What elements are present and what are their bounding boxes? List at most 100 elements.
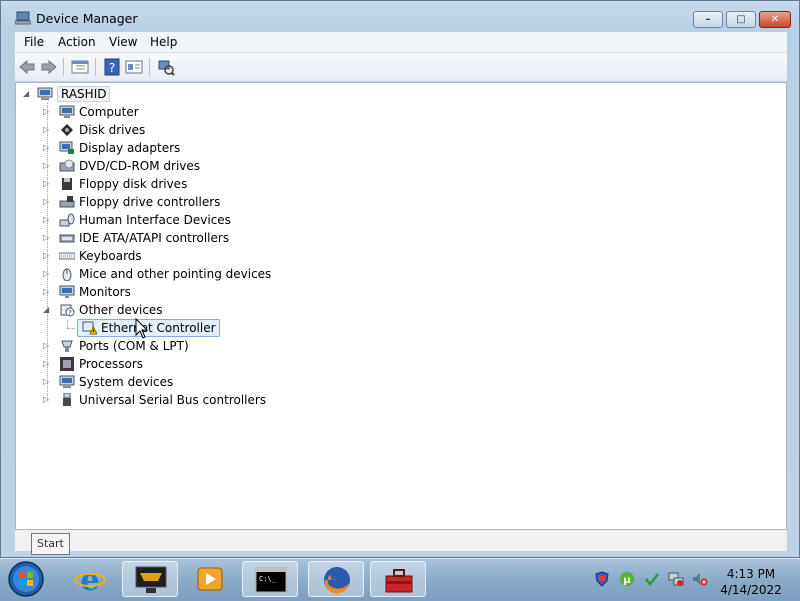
tree-item-system-devices[interactable]: ▷ System devices	[43, 373, 173, 391]
expand-arrow-icon[interactable]: ▷	[43, 342, 51, 350]
menu-view[interactable]: View	[109, 35, 137, 49]
clock-date: 4/14/2022	[720, 583, 782, 597]
svg-text:µ: µ	[623, 575, 631, 586]
tree-item-label: Universal Serial Bus controllers	[79, 393, 267, 407]
tree-item-label: Other devices	[79, 303, 163, 317]
volume-check-icon[interactable]	[644, 571, 660, 587]
media-player-icon	[197, 567, 223, 591]
expand-arrow-icon[interactable]: ▷	[43, 108, 51, 116]
computer-icon	[59, 105, 75, 118]
svg-text:?: ?	[68, 309, 72, 317]
tree-item-label: Processors	[79, 357, 144, 371]
computer-root-icon	[37, 87, 53, 100]
collapse-arrow-icon[interactable]: ◢	[43, 306, 51, 314]
tree-item-label: Disk drives	[79, 123, 146, 137]
taskbar-media-player[interactable]	[182, 561, 238, 597]
tree-item-human-interface-devices[interactable]: ▷ Human Interface Devices	[43, 211, 231, 229]
tree-item-label: Ports (COM & LPT)	[79, 339, 189, 353]
start-orb-icon[interactable]	[6, 560, 46, 598]
device-manager-icon	[15, 11, 31, 25]
scan-hardware-icon[interactable]	[157, 58, 175, 76]
expand-arrow-icon[interactable]: ▷	[43, 162, 51, 170]
tree-item-dvd-drives[interactable]: ▷ DVD/CD-ROM drives	[43, 157, 200, 175]
expand-arrow-icon[interactable]: ▷	[43, 288, 51, 296]
taskbar-command-prompt[interactable]: C:\_	[242, 561, 298, 597]
menu-action[interactable]: Action	[58, 35, 96, 49]
expand-arrow-icon[interactable]: ▷	[43, 180, 51, 188]
tree-item-label: DVD/CD-ROM drives	[79, 159, 201, 173]
taskbar-firefox[interactable]	[308, 561, 364, 597]
taskbar-internet-explorer[interactable]: e	[62, 561, 118, 597]
tree-item-label: Monitors	[79, 285, 131, 299]
expand-arrow-icon[interactable]: ▷	[43, 198, 51, 206]
dvd-drive-icon	[59, 159, 75, 172]
taskbar-toolbox[interactable]	[370, 561, 426, 597]
expand-arrow-icon[interactable]: ▷	[43, 252, 51, 260]
tree-root[interactable]: ◢ RASHID	[23, 85, 111, 103]
tree-item-floppy-disk-drives[interactable]: ▷ Floppy disk drives	[43, 175, 187, 193]
tree-item-usb-controllers[interactable]: ▷ Universal Serial Bus controllers	[43, 391, 266, 409]
collapse-arrow-icon[interactable]: ◢	[23, 90, 31, 98]
status-bar	[15, 530, 787, 551]
warning-device-icon	[82, 321, 97, 335]
expand-arrow-icon[interactable]: ▷	[43, 216, 51, 224]
title-bar[interactable]: Device Manager – □ ✕	[1, 1, 799, 33]
update-driver-icon[interactable]	[125, 58, 143, 76]
security-shield-icon[interactable]	[594, 571, 610, 587]
tree-item-monitors[interactable]: ▷ Monitors	[43, 283, 131, 301]
tree-item-floppy-drive-controllers[interactable]: ▷ Floppy drive controllers	[43, 193, 220, 211]
expand-arrow-icon[interactable]: ▷	[43, 144, 51, 152]
menu-bar: File Action View Help	[15, 32, 787, 53]
back-arrow-icon[interactable]	[18, 58, 36, 76]
command-prompt-icon: C:\_	[255, 567, 287, 593]
properties-pane-icon[interactable]	[71, 58, 89, 76]
taskbar-monitor-app[interactable]	[122, 561, 178, 597]
taskbar-clock[interactable]: 4:13 PM 4/14/2022	[716, 566, 786, 598]
menu-file[interactable]: File	[24, 35, 44, 49]
tree-item-label: Keyboards	[79, 249, 142, 263]
help-icon[interactable]: ?	[103, 58, 121, 76]
ide-controller-icon	[59, 234, 75, 243]
tree-item-label: Floppy drive controllers	[79, 195, 221, 209]
hid-icon	[59, 213, 75, 227]
expand-arrow-icon[interactable]: ▷	[43, 360, 51, 368]
svg-text:?: ?	[109, 61, 115, 75]
usb-icon	[63, 393, 71, 406]
maximize-button[interactable]: □	[726, 11, 756, 28]
utorrent-icon[interactable]: µ	[619, 571, 635, 587]
clock-time: 4:13 PM	[726, 567, 776, 581]
menu-help[interactable]: Help	[150, 35, 177, 49]
tree-item-computer[interactable]: ▷ Computer	[43, 103, 139, 121]
tree-item-ide-controllers[interactable]: ▷ IDE ATA/ATAPI controllers	[43, 229, 229, 247]
tree-item-mice[interactable]: ▷ Mice and other pointing devices	[43, 265, 271, 283]
tree-item-processors[interactable]: ▷ Processors	[43, 355, 143, 373]
tree-item-keyboards[interactable]: ▷ Keyboards	[43, 247, 142, 265]
monitor-icon	[59, 285, 75, 298]
toolbar: ?	[15, 53, 787, 82]
tree-item-label: Display adapters	[79, 141, 181, 155]
firefox-icon	[324, 567, 350, 594]
forward-arrow-icon[interactable]	[40, 58, 58, 76]
toolbox-icon	[385, 569, 413, 593]
tree-item-ports[interactable]: ▷ Ports (COM & LPT)	[43, 337, 189, 355]
app-monitor-icon	[135, 566, 167, 593]
tree-item-other-devices[interactable]: ◢ ? Other devices	[43, 301, 163, 319]
close-button[interactable]: ✕	[759, 11, 791, 28]
network-icon[interactable]	[668, 571, 684, 587]
speaker-muted-icon[interactable]	[692, 571, 708, 587]
tree-item-label: Human Interface Devices	[79, 213, 231, 227]
tree-item-label: Floppy disk drives	[79, 177, 188, 191]
start-tooltip: Start	[31, 533, 70, 555]
tree-item-display-adapters[interactable]: ▷ Display adapters	[43, 139, 180, 157]
window-title: Device Manager	[36, 11, 138, 26]
expand-arrow-icon[interactable]: ▷	[43, 270, 51, 278]
processor-icon	[60, 357, 74, 371]
tree-item-label: Computer	[79, 105, 139, 119]
device-tree[interactable]: ◢ RASHID ▷ Computer ▷ Disk drives ▷ Disp…	[15, 82, 787, 530]
expand-arrow-icon[interactable]: ▷	[43, 396, 51, 404]
expand-arrow-icon[interactable]: ▷	[43, 126, 51, 134]
expand-arrow-icon[interactable]: ▷	[43, 378, 51, 386]
expand-arrow-icon[interactable]: ▷	[43, 234, 51, 242]
minimize-button[interactable]: –	[693, 11, 723, 28]
tree-item-disk-drives[interactable]: ▷ Disk drives	[43, 121, 145, 139]
